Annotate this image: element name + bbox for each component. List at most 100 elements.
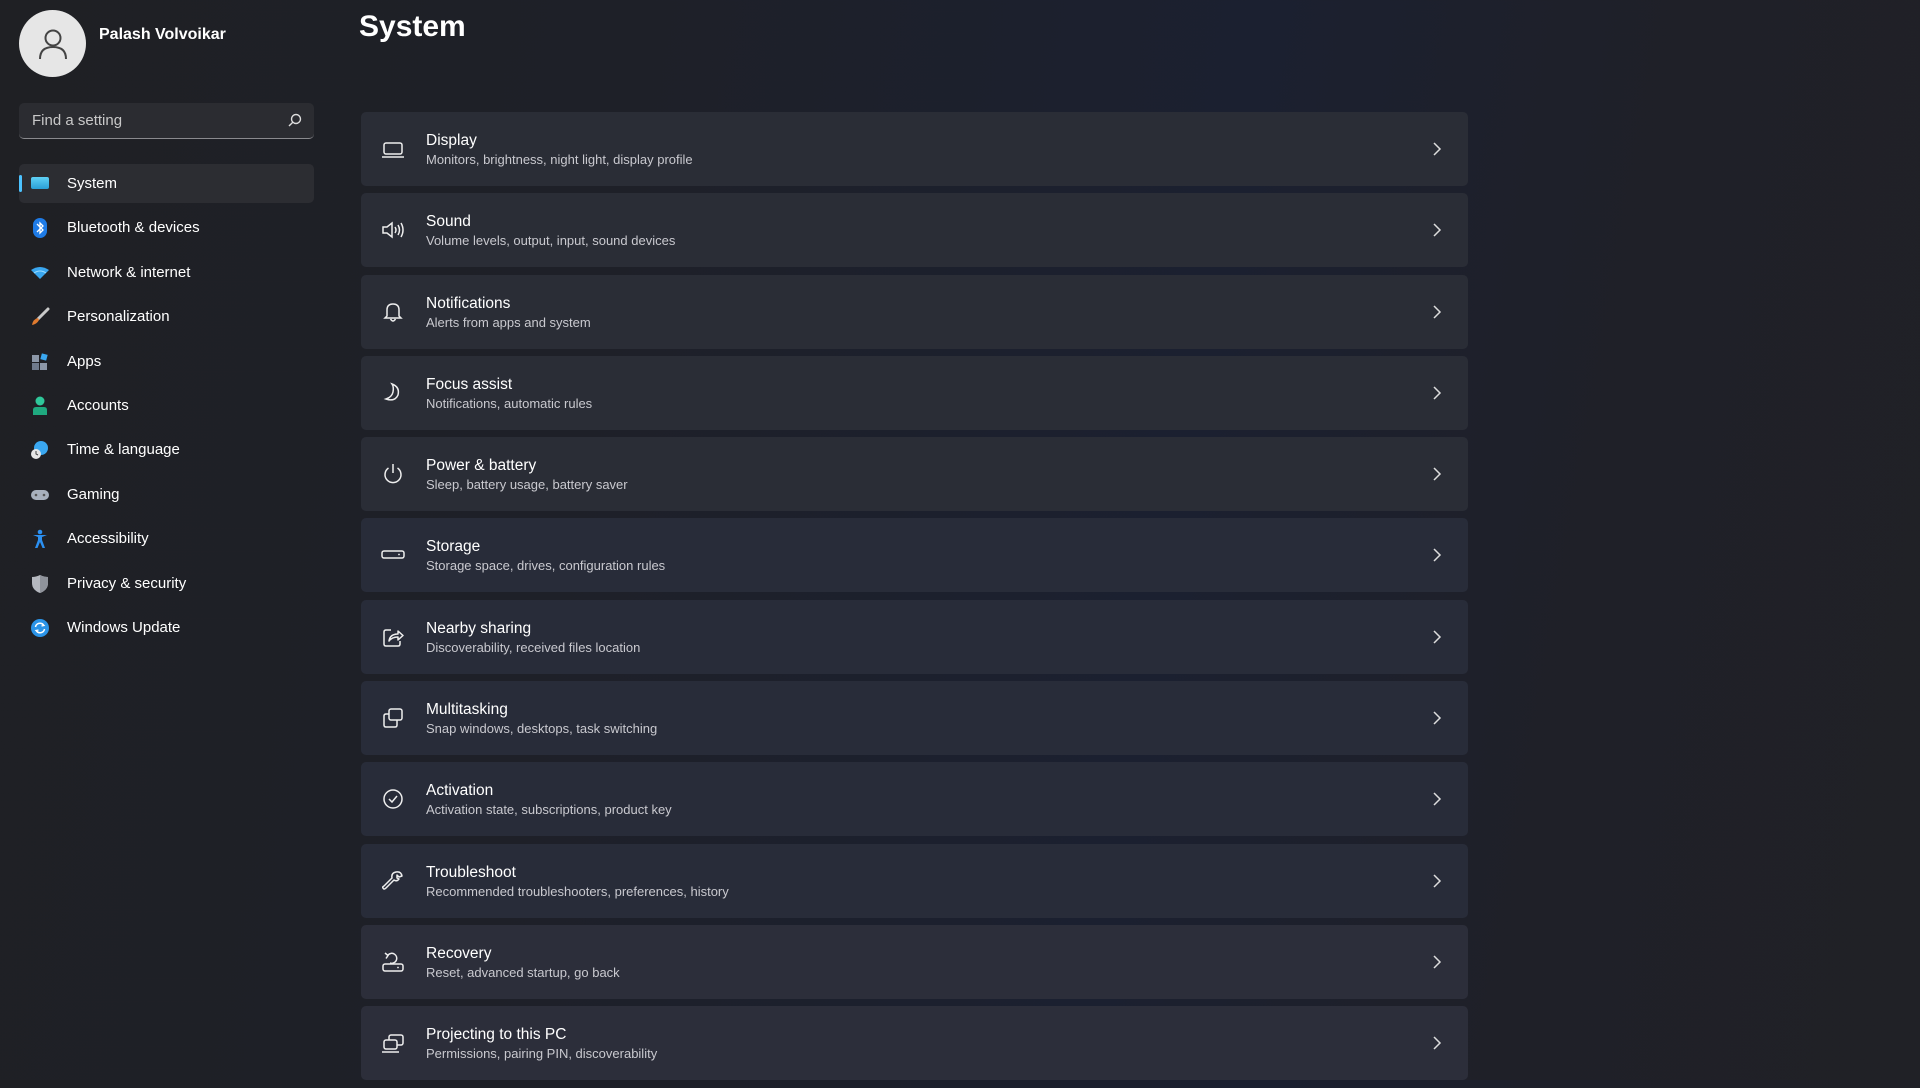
sidebar-item-bluetooth[interactable]: Bluetooth & devices bbox=[19, 208, 314, 247]
apps-icon bbox=[30, 352, 50, 372]
chevron-right-icon bbox=[1433, 630, 1442, 644]
card-subtitle: Volume levels, output, input, sound devi… bbox=[426, 233, 676, 249]
settings-card-troubleshoot[interactable]: Troubleshoot Recommended troubleshooters… bbox=[361, 843, 1468, 918]
settings-card-storage[interactable]: Storage Storage space, drives, configura… bbox=[361, 518, 1468, 593]
accessibility-icon bbox=[30, 529, 50, 549]
card-subtitle: Recommended troubleshooters, preferences… bbox=[426, 883, 729, 899]
sidebar-item-label: Windows Update bbox=[67, 618, 181, 636]
chevron-right-icon bbox=[1433, 467, 1442, 481]
sidebar-item-label: Apps bbox=[67, 352, 102, 370]
chevron-right-icon bbox=[1433, 792, 1442, 806]
multitask-icon bbox=[380, 706, 406, 730]
card-title: Display bbox=[426, 132, 477, 149]
card-title: Sound bbox=[426, 213, 471, 231]
search-box[interactable] bbox=[19, 103, 314, 139]
card-subtitle: Activation state, subscriptions, product… bbox=[426, 802, 672, 818]
sidebar-item-label: System bbox=[67, 175, 118, 192]
sidebar-item-accounts[interactable]: Accounts bbox=[19, 386, 314, 425]
shield-icon bbox=[30, 574, 50, 594]
sidebar-item-network[interactable]: Network & internet bbox=[19, 253, 314, 292]
monitor-icon bbox=[30, 174, 50, 194]
update-icon bbox=[30, 618, 50, 638]
settings-card-display[interactable]: Display Monitors, brightness, night ligh… bbox=[361, 112, 1468, 186]
card-subtitle: Snap windows, desktops, task switching bbox=[426, 721, 658, 737]
card-title: Focus assist bbox=[426, 375, 513, 393]
sidebar-item-system[interactable]: System bbox=[19, 164, 314, 203]
card-subtitle: Alerts from apps and system bbox=[426, 314, 591, 330]
card-subtitle: Monitors, brightness, night light, displ… bbox=[426, 152, 693, 167]
sidebar-nav: System Bluetooth & devices Network & int… bbox=[19, 164, 314, 652]
card-subtitle: Reset, advanced startup, go back bbox=[426, 964, 620, 980]
globe-clock-icon bbox=[30, 440, 50, 460]
avatar[interactable] bbox=[19, 10, 86, 77]
card-title: Multitasking bbox=[426, 701, 508, 719]
search-icon[interactable] bbox=[288, 113, 302, 132]
check-circle-icon bbox=[380, 787, 406, 811]
chevron-right-icon bbox=[1433, 711, 1442, 725]
chevron-right-icon bbox=[1433, 142, 1442, 156]
bluetooth-icon bbox=[30, 218, 50, 239]
laptop-icon bbox=[380, 137, 406, 161]
person-icon bbox=[38, 29, 67, 59]
user-name: Palash Volvoikar bbox=[99, 26, 226, 43]
card-title: Troubleshoot bbox=[426, 863, 516, 881]
settings-card-power-battery[interactable]: Power & battery Sleep, battery usage, ba… bbox=[361, 437, 1468, 512]
settings-card-focus-assist[interactable]: Focus assist Notifications, automatic ru… bbox=[361, 355, 1468, 430]
chevron-right-icon bbox=[1433, 386, 1442, 400]
settings-card-notifications[interactable]: Notifications Alerts from apps and syste… bbox=[361, 274, 1468, 349]
chevron-right-icon bbox=[1433, 874, 1442, 888]
sidebar-item-personalization[interactable]: Personalization bbox=[19, 297, 314, 336]
chevron-right-icon bbox=[1433, 1036, 1442, 1050]
active-indicator bbox=[19, 175, 22, 192]
account-icon bbox=[30, 396, 50, 416]
sidebar-item-accessibility[interactable]: Accessibility bbox=[19, 519, 314, 558]
wrench-icon bbox=[380, 869, 406, 893]
power-icon bbox=[380, 462, 406, 486]
card-subtitle: Discoverability, received files location bbox=[426, 639, 641, 655]
card-title: Projecting to this PC bbox=[426, 1026, 567, 1044]
sidebar: Palash Volvoikar System Bluetooth & devi… bbox=[0, 0, 330, 1080]
settings-card-multitasking[interactable]: Multitasking Snap windows, desktops, tas… bbox=[361, 681, 1468, 756]
sidebar-item-label: Accounts bbox=[67, 396, 129, 414]
settings-card-projecting[interactable]: Projecting to this PC Permissions, pairi… bbox=[361, 1006, 1468, 1081]
card-subtitle: Permissions, pairing PIN, discoverabilit… bbox=[426, 1046, 658, 1062]
card-title: Power & battery bbox=[426, 457, 537, 475]
page-title: System bbox=[359, 10, 466, 43]
card-title: Activation bbox=[426, 782, 494, 800]
chevron-right-icon bbox=[1433, 548, 1442, 563]
sidebar-item-privacy[interactable]: Privacy & security bbox=[19, 564, 314, 603]
card-subtitle: Notifications, automatic rules bbox=[426, 395, 593, 411]
share-icon bbox=[380, 625, 406, 649]
moon-icon bbox=[380, 381, 406, 405]
sidebar-item-apps[interactable]: Apps bbox=[19, 342, 314, 381]
settings-card-recovery[interactable]: Recovery Reset, advanced startup, go bac… bbox=[361, 924, 1468, 999]
sidebar-item-label: Bluetooth & devices bbox=[67, 219, 200, 237]
search-input[interactable] bbox=[30, 111, 274, 130]
sidebar-item-label: Accessibility bbox=[67, 530, 149, 548]
card-subtitle: Sleep, battery usage, battery saver bbox=[426, 477, 628, 493]
settings-card-activation[interactable]: Activation Activation state, subscriptio… bbox=[361, 762, 1468, 837]
settings-card-sound[interactable]: Sound Volume levels, output, input, soun… bbox=[361, 193, 1468, 268]
chevron-right-icon bbox=[1433, 955, 1442, 969]
card-title: Nearby sharing bbox=[426, 619, 532, 637]
sidebar-item-label: Network & internet bbox=[67, 263, 191, 281]
sidebar-item-label: Time & language bbox=[67, 441, 180, 459]
chevron-right-icon bbox=[1433, 223, 1442, 237]
sidebar-item-label: Privacy & security bbox=[67, 574, 187, 592]
bell-icon bbox=[380, 300, 406, 324]
sidebar-item-gaming[interactable]: Gaming bbox=[19, 475, 314, 514]
drive-icon bbox=[380, 543, 406, 567]
sidebar-item-windows-update[interactable]: Windows Update bbox=[19, 608, 314, 647]
gamepad-icon bbox=[30, 485, 50, 505]
settings-list: Display Monitors, brightness, night ligh… bbox=[361, 112, 1468, 1088]
brush-icon bbox=[30, 307, 50, 327]
card-title: Recovery bbox=[426, 944, 492, 962]
chevron-right-icon bbox=[1433, 305, 1442, 319]
settings-card-nearby-sharing[interactable]: Nearby sharing Discoverability, received… bbox=[361, 599, 1468, 674]
projecting-icon bbox=[380, 1031, 406, 1055]
recovery-icon bbox=[380, 950, 406, 974]
sidebar-item-time-language[interactable]: Time & language bbox=[19, 430, 314, 469]
sidebar-item-label: Personalization bbox=[67, 308, 170, 326]
card-subtitle: Storage space, drives, configuration rul… bbox=[426, 558, 666, 574]
speaker-icon bbox=[380, 218, 406, 242]
